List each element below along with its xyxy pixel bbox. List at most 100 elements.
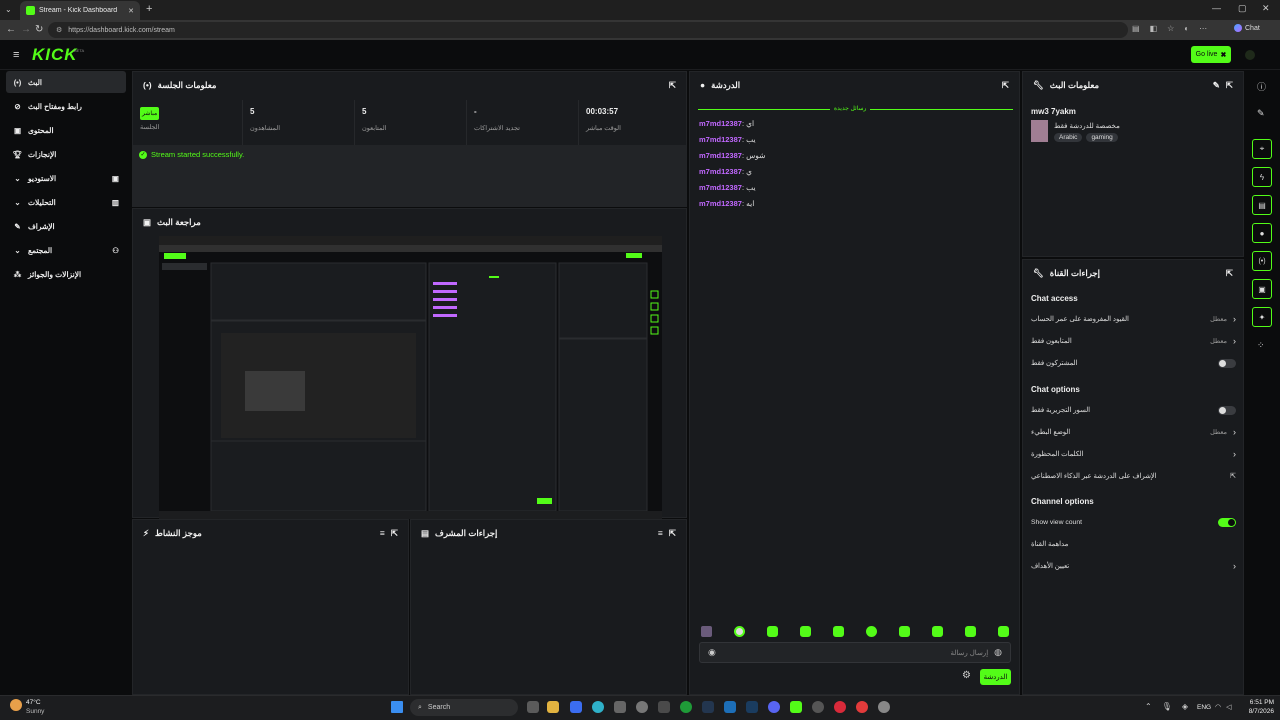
emote-icon[interactable]	[965, 626, 976, 637]
send-chat-button[interactable]: الدردشة	[980, 669, 1011, 685]
sidebar-item-analytics[interactable]: ⌄ التحليلات ▥	[6, 191, 126, 213]
chat-message[interactable]: m7md12387: اي	[699, 119, 754, 128]
menu-icon[interactable]: ≡	[13, 49, 19, 61]
rail-broadcast-button[interactable]: (•)	[1252, 251, 1272, 271]
raid-channel-setting[interactable]: مداهمة القناة	[1031, 537, 1236, 551]
emote-icon[interactable]	[734, 626, 745, 637]
maximize-icon[interactable]: ▢	[1238, 3, 1247, 14]
chevron-up-icon[interactable]: ⌃	[1145, 702, 1152, 711]
profile-icon[interactable]: ◐	[1184, 24, 1189, 33]
emote-icon[interactable]	[800, 626, 811, 637]
network-volume-tray[interactable]: ◠ ◁	[1215, 703, 1232, 711]
sidebar-item-studio[interactable]: ⌄ الاستوديو ▣	[6, 167, 126, 189]
chat-message[interactable]: m7md12387: يب	[699, 135, 756, 144]
sidebar-item-broadcast[interactable]: (•) البث	[6, 71, 126, 93]
info-icon[interactable]: ⓘ	[1257, 80, 1266, 93]
weather-icon[interactable]	[10, 699, 22, 711]
emote-icon[interactable]	[998, 626, 1009, 637]
kick-emote-icon[interactable]: ◍	[994, 647, 1002, 658]
edit-icon[interactable]: ✎	[1257, 108, 1265, 119]
chat-input[interactable]: ◉ إرسال رسالة ◍	[699, 642, 1011, 663]
forward-icon[interactable]: →	[21, 24, 31, 35]
microphone-icon[interactable]: 🎙︎	[1162, 702, 1172, 711]
chat-username[interactable]: m7md12387	[699, 167, 742, 176]
chat-message[interactable]: m7md12387: شوس	[699, 151, 765, 160]
chat-username[interactable]: m7md12387	[699, 119, 742, 128]
language-indicator[interactable]: ENG	[1197, 704, 1211, 711]
add-widget-icon[interactable]: ⁘	[1257, 340, 1265, 351]
chat-username[interactable]: m7md12387	[699, 183, 742, 192]
go-live-button[interactable]: Go live ✖	[1191, 46, 1231, 63]
chat-username[interactable]: m7md12387	[699, 199, 742, 208]
taskbar-search[interactable]: ⌕ Search	[410, 699, 518, 716]
settings-icon[interactable]	[636, 701, 648, 713]
show-view-count-toggle[interactable]	[1218, 517, 1236, 527]
popout-icon[interactable]: ⇱	[1226, 80, 1233, 91]
window-close-icon[interactable]: ✕	[1262, 3, 1270, 14]
more-icon[interactable]: ⋯	[1199, 24, 1207, 33]
steam-icon[interactable]	[702, 701, 714, 713]
app-icon[interactable]	[658, 701, 670, 713]
filter-icon[interactable]: ≡	[380, 528, 385, 538]
emote-icon[interactable]	[899, 626, 910, 637]
windows-start-icon[interactable]	[391, 701, 403, 713]
sidebar-item-stream-key[interactable]: ⊘ رابط ومفتاح البث	[6, 95, 126, 117]
chat-message[interactable]: m7md12387: يب	[699, 183, 756, 192]
chat-username[interactable]: m7md12387	[699, 151, 742, 160]
edge-icon[interactable]	[592, 701, 604, 713]
chat-message[interactable]: m7md12387: ايه	[699, 199, 754, 208]
ai-moderation-setting[interactable]: الإشراف على الدردشة عبر الذكاء الاصطناعي…	[1031, 469, 1236, 483]
emote-icon[interactable]	[767, 626, 778, 637]
rail-chat-button[interactable]: ●	[1252, 223, 1272, 243]
kick-logo[interactable]: KICK	[32, 45, 78, 65]
sidebar-item-drops[interactable]: ⁂ الإنزالات والجوائز	[6, 263, 126, 285]
edit-icon[interactable]: ✎	[1213, 80, 1220, 91]
kick-app-icon[interactable]	[790, 701, 802, 713]
account-age-setting[interactable]: القيود المفروضة على عمر الحساب معطل ›	[1031, 312, 1236, 326]
obs-icon[interactable]	[812, 701, 824, 713]
tag-chip[interactable]: Arabic	[1054, 133, 1083, 142]
tab-close-icon[interactable]: ✕	[128, 7, 134, 15]
rail-modlog-button[interactable]: ▤	[1252, 195, 1272, 215]
browser-tab[interactable]: Stream - Kick Dashboard ✕	[20, 1, 140, 20]
banned-words-setting[interactable]: الكلمات المحظورة ›	[1031, 447, 1236, 461]
new-tab-icon[interactable]: +	[146, 3, 152, 15]
site-info-icon[interactable]: ⚙	[56, 26, 62, 34]
popout-icon[interactable]: ⇱	[391, 528, 398, 539]
popout-icon[interactable]: ⇱	[669, 80, 676, 91]
favorite-icon[interactable]: ☆	[1167, 24, 1174, 33]
minimize-icon[interactable]: —	[1212, 3, 1221, 13]
chat-message[interactable]: m7md12387: ي	[699, 167, 752, 176]
chat-username[interactable]: m7md12387	[699, 135, 742, 144]
emotes-only-toggle[interactable]	[1218, 405, 1236, 415]
extension-icon[interactable]: ◧	[1150, 24, 1158, 33]
clock-date[interactable]: 8/7/2026	[1244, 708, 1274, 715]
popout-icon[interactable]: ⇱	[669, 528, 676, 539]
app-tray-icon[interactable]: ◈	[1182, 702, 1188, 711]
popout-icon[interactable]: ⇱	[1002, 80, 1009, 91]
chat-settings-icon[interactable]: ⚙	[962, 670, 971, 681]
slow-mode-setting[interactable]: الوضع البطيء معطل ›	[1031, 425, 1236, 439]
user-avatar[interactable]	[1245, 50, 1255, 60]
filter-icon[interactable]: ≡	[658, 528, 663, 538]
sidebar-item-moderation[interactable]: ✎ الإشراف	[6, 215, 126, 237]
back-icon[interactable]: ←	[6, 24, 16, 35]
emote-icon[interactable]	[932, 626, 943, 637]
app-icon[interactable]	[746, 701, 758, 713]
url-bar[interactable]: ⚙ https://dashboard.kick.com/stream	[48, 22, 1128, 38]
category-name[interactable]: مخصصة للدردشة فقط	[1054, 122, 1120, 130]
subscribers-only-toggle[interactable]	[1218, 358, 1236, 368]
discord-icon[interactable]	[768, 701, 780, 713]
app-icon[interactable]	[614, 701, 626, 713]
sidebar-item-content[interactable]: ▣ المحتوى	[6, 119, 126, 141]
app-icon[interactable]	[724, 701, 736, 713]
reader-icon[interactable]: ▤	[1132, 24, 1140, 33]
sidebar-item-achievements[interactable]: 🏆︎ الإنجازات	[6, 143, 126, 165]
rail-settings-button[interactable]: ✦	[1252, 307, 1272, 327]
user-avatar-icon[interactable]	[701, 626, 712, 637]
copilot-chat-button[interactable]: Chat	[1234, 24, 1260, 32]
app-icon[interactable]	[570, 701, 582, 713]
set-goals-setting[interactable]: تعيين الأهداف ›	[1031, 559, 1236, 573]
task-view-icon[interactable]	[527, 701, 539, 713]
rail-preview-button[interactable]: ▣	[1252, 279, 1272, 299]
